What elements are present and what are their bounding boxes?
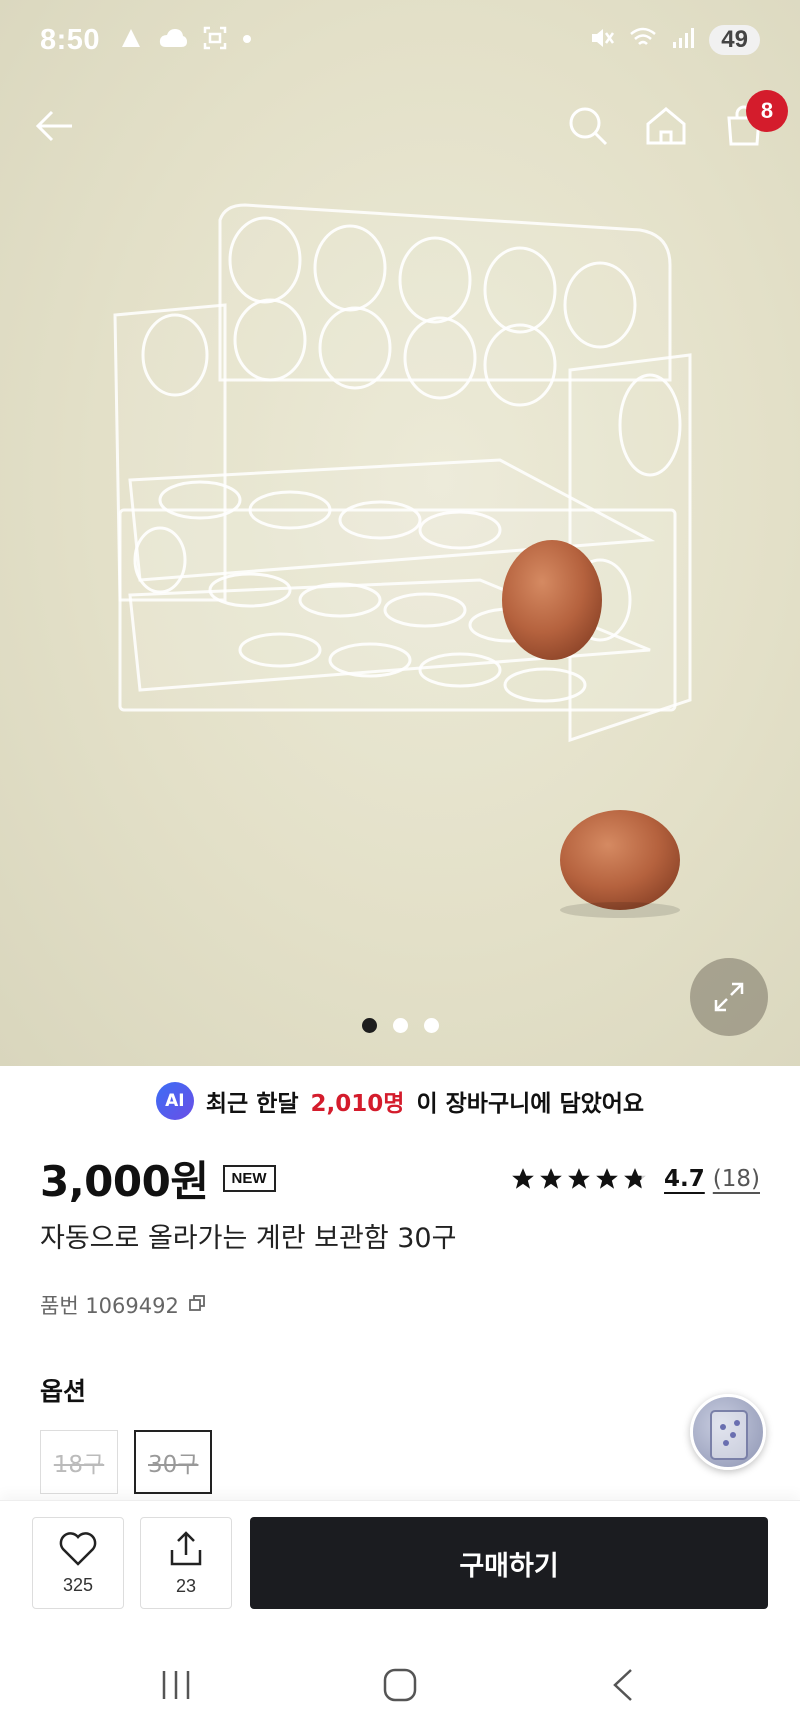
- home-square-icon: [383, 1668, 417, 1702]
- new-badge: NEW: [222, 1165, 276, 1192]
- product-name: 자동으로 올라가는 계란 보관함 30구: [40, 1223, 457, 1254]
- price-row: 3,000원 NEW 4.7 (18): [40, 1148, 760, 1209]
- wifi-icon: [629, 26, 657, 55]
- star-icon: [596, 1167, 618, 1189]
- heart-icon: [59, 1531, 97, 1566]
- ai-banner-suffix: 이 장바구니에 담았어요: [416, 1091, 645, 1117]
- top-navigation: 8: [0, 86, 800, 166]
- app-notification-icon: [118, 25, 144, 56]
- back-arrow-icon: [35, 110, 72, 142]
- search-button[interactable]: [558, 96, 618, 156]
- system-back-icon: [613, 1669, 632, 1701]
- thumbnail-image: [710, 1410, 748, 1460]
- ai-banner-count: 2,010명: [310, 1091, 405, 1117]
- product-price: 3,000원: [40, 1157, 209, 1206]
- cloud-icon: [158, 27, 188, 54]
- sku-row: 품번 1069492: [40, 1290, 207, 1320]
- option-title: 옵션: [40, 1377, 87, 1406]
- cart-count-badge: 8: [746, 90, 788, 132]
- system-back-button[interactable]: [594, 1660, 654, 1710]
- rating-summary[interactable]: 4.7 (18): [510, 1166, 760, 1192]
- product-image: [113, 203, 692, 918]
- carousel-dot[interactable]: [392, 1018, 408, 1033]
- home-system-button[interactable]: [370, 1660, 430, 1710]
- status-bar: 8:50 49: [0, 0, 800, 80]
- star-icon: [568, 1167, 590, 1189]
- status-time: 8:50: [40, 23, 101, 56]
- sku-text: 품번 1069492: [40, 1294, 179, 1318]
- option-list: 18구 30구: [40, 1430, 213, 1494]
- review-count: (18): [712, 1165, 760, 1192]
- mute-icon: [589, 25, 615, 56]
- home-icon: [646, 107, 686, 145]
- system-navigation-bar: [0, 1630, 800, 1734]
- star-icon: [512, 1167, 534, 1189]
- like-button[interactable]: 325: [32, 1517, 124, 1609]
- option-30[interactable]: 30구: [134, 1430, 213, 1494]
- search-icon: [569, 107, 608, 146]
- share-count: 23: [175, 1575, 197, 1596]
- rating-value: 4.7: [664, 1165, 705, 1192]
- share-button[interactable]: 23: [140, 1517, 232, 1609]
- carousel-indicator: [0, 1018, 800, 1033]
- like-count: 325: [62, 1574, 94, 1595]
- dot-icon: [242, 31, 252, 49]
- buy-button[interactable]: 구매하기: [250, 1517, 768, 1609]
- carousel-dot[interactable]: [361, 1018, 377, 1033]
- cart-button[interactable]: 8: [714, 90, 788, 156]
- product-image-carousel[interactable]: 8:50 49 8: [0, 0, 800, 1066]
- star-half-icon: [624, 1167, 646, 1189]
- ai-cart-banner: AI 최근 한달 2,010명 이 장바구니에 담았어요: [0, 1082, 800, 1120]
- star-icon: [540, 1167, 562, 1189]
- back-button[interactable]: [24, 96, 84, 156]
- floating-thumbnail[interactable]: [690, 1394, 766, 1470]
- battery-indicator: 49: [709, 25, 760, 55]
- purchase-action-bar: 325 23 구매하기: [0, 1500, 800, 1630]
- signal-icon: [671, 26, 695, 55]
- option-18[interactable]: 18구: [40, 1430, 118, 1494]
- star-rating: [510, 1166, 648, 1192]
- ai-badge: AI: [155, 1082, 194, 1120]
- expand-icon: [714, 982, 744, 1012]
- recent-apps-icon: [162, 1671, 190, 1699]
- share-icon: [170, 1530, 202, 1565]
- ai-banner-prefix: 최근 한달: [205, 1091, 299, 1117]
- screenshot-icon: [202, 25, 228, 56]
- copy-icon[interactable]: [187, 1293, 207, 1318]
- home-button[interactable]: [636, 96, 696, 156]
- carousel-dot[interactable]: [423, 1018, 439, 1033]
- recent-apps-button[interactable]: [146, 1660, 206, 1710]
